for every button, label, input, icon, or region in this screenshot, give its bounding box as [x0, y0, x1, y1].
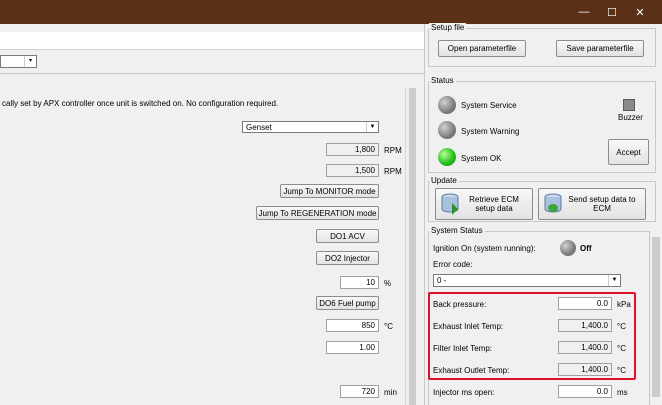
- splitter: [424, 24, 425, 405]
- divider: [0, 73, 424, 74]
- maximize-icon: ☐: [607, 6, 617, 19]
- error-code-select[interactable]: 0 - ▼: [433, 274, 621, 287]
- percent-unit: %: [384, 279, 392, 288]
- rpm-1-unit: RPM: [384, 146, 402, 155]
- do6-fuel-pump-button[interactable]: DO6 Fuel pump: [316, 296, 379, 310]
- injector-field: 0.0: [558, 385, 612, 398]
- left-scrollbar-thumb[interactable]: [409, 88, 416, 405]
- rpm-2-field[interactable]: 1,500: [326, 164, 379, 177]
- setup-file-title: Setup file: [429, 23, 467, 32]
- exhaust-outlet-unit: °C: [617, 366, 626, 375]
- injector-unit: ms: [617, 388, 628, 397]
- jump-regeneration-button[interactable]: Jump To REGENERATION mode: [256, 206, 379, 220]
- rpm-1-field[interactable]: 1,800: [326, 143, 379, 156]
- retrieve-ecm-label: Retrieve ECM setup data: [469, 195, 519, 213]
- database-upload-icon: [544, 193, 562, 213]
- system-ok-indicator: [438, 148, 456, 166]
- send-setup-label: Send setup data to ECM: [568, 195, 636, 213]
- top-dropdown[interactable]: ▾: [0, 55, 37, 68]
- buzzer-label: Buzzer: [618, 113, 643, 122]
- update-title: Update: [429, 176, 459, 185]
- mode-select[interactable]: Genset ▼: [242, 121, 379, 133]
- system-warning-indicator: [438, 121, 456, 139]
- right-scrollbar[interactable]: [650, 231, 662, 405]
- factor-field[interactable]: 1.00: [326, 341, 379, 354]
- system-service-label: System Service: [461, 101, 517, 110]
- info-text: cally set by APX controller once unit is…: [2, 99, 279, 108]
- do2-injector-button[interactable]: DO2 Injector: [316, 251, 379, 265]
- panel-border: [405, 88, 406, 405]
- minutes-unit: min: [384, 388, 397, 397]
- open-parameterfile-button[interactable]: Open parameterfile: [438, 40, 526, 57]
- exhaust-outlet-field: 1,400.0: [558, 363, 612, 376]
- title-bar: [0, 0, 662, 24]
- filter-inlet-field: 1,400.0: [558, 341, 612, 354]
- percent-field[interactable]: 10: [340, 276, 379, 289]
- mode-select-value: Genset: [246, 123, 272, 132]
- top-input-bar[interactable]: [0, 32, 424, 50]
- filter-inlet-unit: °C: [617, 344, 626, 353]
- close-button[interactable]: ✕: [622, 0, 658, 24]
- ignition-state: Off: [580, 244, 592, 253]
- chevron-down-icon: ▾: [24, 56, 36, 67]
- chevron-down-icon: ▼: [608, 275, 620, 286]
- filter-inlet-label: Filter Inlet Temp:: [433, 344, 492, 353]
- rpm-2-unit: RPM: [384, 167, 402, 176]
- system-ok-label: System OK: [461, 154, 502, 163]
- temperature-unit: °C: [384, 322, 393, 331]
- back-pressure-field: 0.0: [558, 297, 612, 310]
- buzzer-indicator: [623, 99, 635, 111]
- error-code-label: Error code:: [433, 260, 473, 269]
- do1-acv-button[interactable]: DO1 ACV: [316, 229, 379, 243]
- chevron-down-icon: ▼: [366, 122, 378, 132]
- system-service-indicator: [438, 96, 456, 114]
- system-warning-label: System Warning: [461, 127, 520, 136]
- injector-label: Injector ms open:: [433, 388, 495, 397]
- back-pressure-label: Back pressure:: [433, 300, 487, 309]
- close-icon: ✕: [635, 6, 645, 19]
- ignition-label: Ignition On (system running):: [433, 244, 536, 253]
- send-setup-button[interactable]: Send setup data to ECM: [538, 188, 646, 220]
- minutes-field[interactable]: 720: [340, 385, 379, 398]
- jump-monitor-button[interactable]: Jump To MONITOR mode: [280, 184, 379, 198]
- system-status-title: System Status: [429, 226, 485, 235]
- database-download-icon: [441, 193, 459, 215]
- exhaust-inlet-label: Exhaust Inlet Temp:: [433, 322, 504, 331]
- exhaust-inlet-unit: °C: [617, 322, 626, 331]
- status-title: Status: [429, 76, 456, 85]
- exhaust-inlet-field: 1,400.0: [558, 319, 612, 332]
- exhaust-outlet-label: Exhaust Outlet Temp:: [433, 366, 510, 375]
- ignition-indicator: [560, 240, 576, 256]
- minimize-icon: —: [578, 6, 590, 18]
- accept-button[interactable]: Accept: [608, 139, 649, 165]
- save-parameterfile-button[interactable]: Save parameterfile: [556, 40, 644, 57]
- error-code-value: 0 -: [437, 276, 447, 285]
- left-scrollbar[interactable]: [407, 88, 418, 405]
- back-pressure-unit: kPa: [617, 300, 631, 309]
- right-scrollbar-thumb[interactable]: [652, 237, 660, 397]
- temperature-field[interactable]: 850: [326, 319, 379, 332]
- retrieve-ecm-button[interactable]: Retrieve ECM setup data: [435, 188, 533, 220]
